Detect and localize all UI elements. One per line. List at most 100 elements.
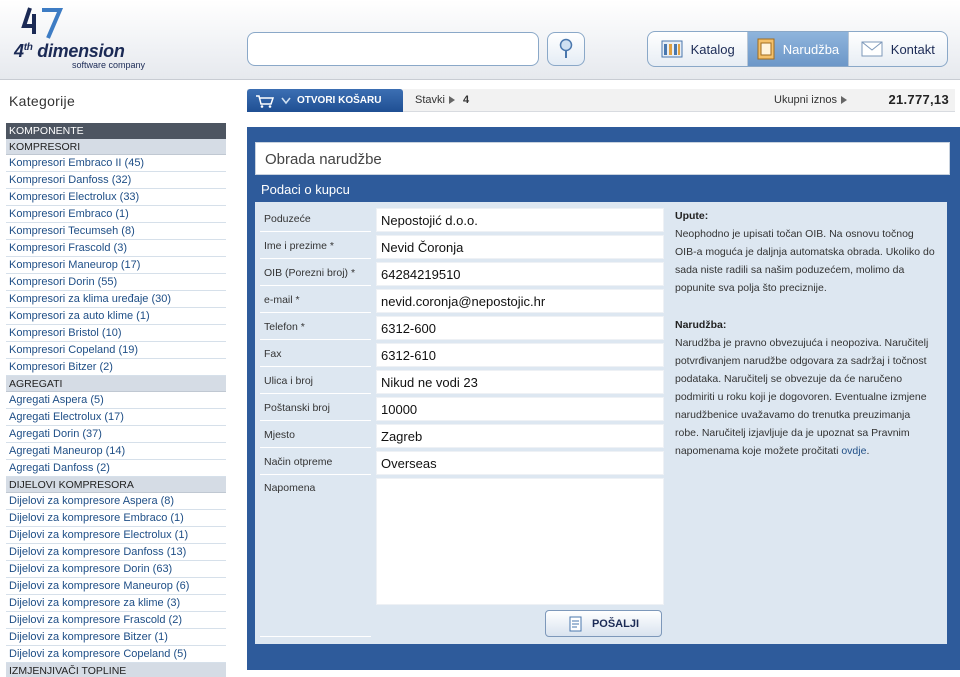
section-title: Podaci o kupcu	[261, 182, 350, 197]
category-link[interactable]: Dijelovi za kompresore za klime (3)	[6, 595, 226, 612]
full-name-field-label: Ime i prezime *	[260, 235, 371, 259]
search-button[interactable]	[547, 32, 585, 66]
shopping-cart-icon	[256, 94, 275, 108]
postal-code-field-label: Poštanski broj	[260, 397, 371, 421]
category-link[interactable]: Agregati Danfoss (2)	[6, 460, 226, 477]
category-group-header[interactable]: DIJELOVI KOMPRESORA	[6, 477, 226, 493]
category-link[interactable]: Kompresori Electrolux (33)	[6, 189, 226, 206]
city-field[interactable]	[376, 424, 664, 448]
arrow-right-icon	[840, 96, 847, 105]
form-row: Poštanski broj	[260, 397, 664, 421]
category-link[interactable]: Dijelovi za kompresore Dorin (63)	[6, 561, 226, 578]
form-row: OIB (Porezni broj) *	[260, 262, 664, 286]
instructions-text: Neophodno je upisati točan OIB. Na osnov…	[675, 228, 935, 294]
submit-button[interactable]: POŠALJI	[545, 610, 662, 637]
submit-label: POŠALJI	[591, 617, 640, 630]
shipping-method-field-label: Način otpreme	[260, 451, 371, 475]
email-field-label: e-mail *	[260, 289, 371, 313]
legal-notes-link[interactable]: ovdje	[841, 445, 866, 457]
category-group-header[interactable]: KOMPRESORI	[6, 139, 226, 155]
brand-name: 4th dimension	[14, 41, 125, 61]
order-terms-title: Narudžba:	[675, 319, 727, 331]
form-row: Način otpreme	[260, 451, 664, 475]
category-link[interactable]: Kompresori Maneurop (17)	[6, 257, 226, 274]
full-name-field[interactable]	[376, 235, 664, 259]
category-group-header[interactable]: KOMPONENTE	[6, 123, 226, 139]
category-link[interactable]: Kompresori Tecumseh (8)	[6, 223, 226, 240]
category-group-header[interactable]: IZMJENJIVAČI TOPLINE	[6, 663, 226, 677]
email-field[interactable]	[376, 289, 664, 313]
form-row: Telefon *	[260, 316, 664, 340]
category-link[interactable]: Agregati Electrolux (17)	[6, 409, 226, 426]
sidebar-title: Kategorije	[9, 93, 76, 109]
site-header: 4th dimension software company Katalog N…	[0, 0, 960, 80]
oib-field[interactable]	[376, 262, 664, 286]
open-cart-label: OTVORI KOŠARU	[297, 95, 382, 106]
main-navigation: Katalog Narudžba Kontakt	[647, 31, 948, 67]
catalog-icon	[661, 40, 683, 58]
cart-items-value: 4	[462, 94, 470, 106]
shipping-method-field[interactable]	[376, 451, 664, 475]
fax-field-label: Fax	[260, 343, 371, 367]
category-link[interactable]: Agregati Aspera (5)	[6, 392, 226, 409]
category-link[interactable]: Kompresori Bristol (10)	[6, 325, 226, 342]
category-link[interactable]: Kompresori za auto klime (1)	[6, 308, 226, 325]
category-link[interactable]: Kompresori Embraco (1)	[6, 206, 226, 223]
company-logo[interactable]: 4th dimension software company	[12, 4, 182, 74]
cart-total-label: Ukupni iznos	[774, 94, 851, 106]
category-link[interactable]: Kompresori Dorin (55)	[6, 274, 226, 291]
open-cart-button[interactable]: OTVORI KOŠARU	[247, 89, 403, 112]
city-field-label: Mjesto	[260, 424, 371, 448]
category-link[interactable]: Kompresori Frascold (3)	[6, 240, 226, 257]
page-title: Obrada narudžbe	[255, 142, 950, 175]
category-link[interactable]: Agregati Maneurop (14)	[6, 443, 226, 460]
company-field[interactable]	[376, 208, 664, 232]
form-row: e-mail *	[260, 289, 664, 313]
nav-kontakt[interactable]: Kontakt	[847, 32, 947, 66]
street-field[interactable]	[376, 370, 664, 394]
phone-field-label: Telefon *	[260, 316, 371, 340]
instructions-title: Upute:	[675, 210, 709, 222]
nav-katalog-label: Katalog	[690, 41, 735, 57]
category-link[interactable]: Dijelovi za kompresore Danfoss (13)	[6, 544, 226, 561]
category-link[interactable]: Dijelovi za kompresore Copeland (5)	[6, 646, 226, 663]
form-row: Ulica i broj	[260, 370, 664, 394]
category-link[interactable]: Dijelovi za kompresore Bitzer (1)	[6, 629, 226, 646]
postal-code-field[interactable]	[376, 397, 664, 421]
category-link[interactable]: Kompresori Danfoss (32)	[6, 172, 226, 189]
category-link[interactable]: Kompresori Embraco II (45)	[6, 155, 226, 172]
category-link[interactable]: Dijelovi za kompresore Aspera (8)	[6, 493, 226, 510]
order-terms-text: Narudžba je pravno obvezujuća i neopoziv…	[675, 337, 929, 457]
search-input[interactable]	[247, 32, 539, 66]
logo-mark-icon	[21, 7, 64, 39]
category-link[interactable]: Dijelovi za kompresore Frascold (2)	[6, 612, 226, 629]
order-terms-paragraph: Narudžba je pravno obvezujuća i neopoziv…	[675, 334, 937, 460]
fax-field[interactable]	[376, 343, 664, 367]
form-row: Ime i prezime *	[260, 235, 664, 259]
cart-bar: OTVORI KOŠARU Stavki 4 Ukupni iznos 21.77…	[247, 89, 955, 112]
nav-kontakt-label: Kontakt	[890, 41, 935, 57]
search-icon	[559, 38, 573, 58]
category-sidebar: Kategorije KOMPONENTE KOMPRESORI Kompresor…	[0, 80, 234, 677]
order-panel: Obrada narudžbe Podaci o kupcu Napomena …	[247, 127, 960, 670]
category-link[interactable]: Dijelovi za kompresore Maneurop (6)	[6, 578, 226, 595]
note-textarea[interactable]	[376, 478, 664, 605]
customer-form: Napomena POŠALJI Upute: Neophodno je upi…	[255, 202, 947, 644]
cart-items-count: Stavki 4	[415, 94, 469, 106]
document-send-icon	[569, 616, 582, 631]
category-link[interactable]: Agregati Dorin (37)	[6, 426, 226, 443]
category-link[interactable]: Dijelovi za kompresore Embraco (1)	[6, 510, 226, 527]
form-row: Mjesto	[260, 424, 664, 448]
cart-total-label-text: Ukupni iznos	[774, 94, 837, 106]
street-field-label: Ulica i broj	[260, 370, 371, 394]
category-group-header[interactable]: AGREGATI	[6, 376, 226, 392]
category-link[interactable]: Dijelovi za kompresore Electrolux (1)	[6, 527, 226, 544]
phone-field[interactable]	[376, 316, 664, 340]
category-link[interactable]: Kompresori Bitzer (2)	[6, 359, 226, 376]
arrow-right-icon	[448, 96, 455, 105]
category-link[interactable]: Kompresori Copeland (19)	[6, 342, 226, 359]
nav-narudzba[interactable]: Narudžba	[747, 32, 848, 66]
cart-total-value: 21.777,13	[888, 92, 949, 107]
category-link[interactable]: Kompresori za klima uređaje (30)	[6, 291, 226, 308]
nav-katalog[interactable]: Katalog	[648, 32, 747, 66]
